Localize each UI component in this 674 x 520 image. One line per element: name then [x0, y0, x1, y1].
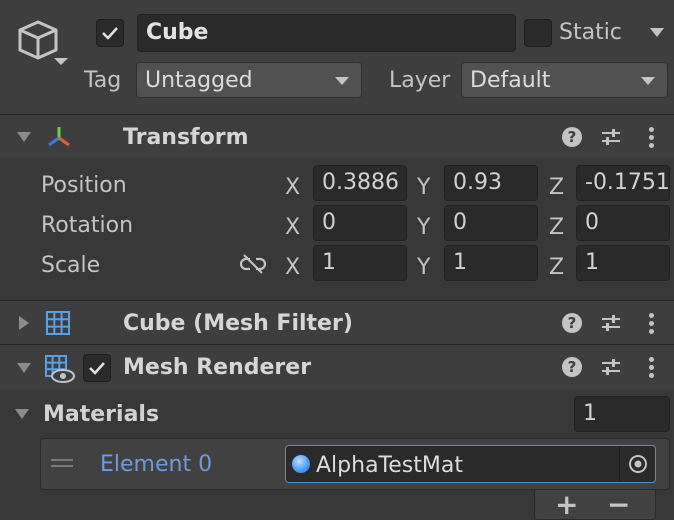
materials-foldout-icon[interactable]: [15, 409, 29, 419]
tag-label: Tag: [84, 68, 122, 93]
mesh-renderer-enabled-checkbox[interactable]: [83, 354, 111, 382]
presets-icon[interactable]: [600, 126, 622, 148]
mesh-filter-icon: [45, 310, 71, 336]
context-menu-icon[interactable]: [649, 357, 655, 379]
context-menu-icon[interactable]: [649, 313, 655, 335]
position-z-axis-label[interactable]: Z: [549, 175, 564, 200]
rotation-z-field[interactable]: 0: [576, 205, 670, 241]
rotation-x-axis-label[interactable]: X: [285, 215, 300, 240]
position-y-axis-label[interactable]: Y: [417, 175, 430, 200]
gameobject-cube-icon[interactable]: [14, 18, 74, 70]
scale-y-axis-label[interactable]: Y: [417, 255, 430, 280]
layer-dropdown[interactable]: Default: [461, 62, 668, 98]
mesh-renderer-header[interactable]: Mesh Renderer ?: [0, 344, 674, 390]
material-sphere-icon: [292, 455, 310, 473]
help-icon[interactable]: ?: [562, 357, 582, 377]
rotation-y-field[interactable]: 0: [444, 205, 538, 241]
mesh-filter-header[interactable]: Cube (Mesh Filter) ?: [0, 300, 674, 344]
mesh-filter-title: Cube (Mesh Filter): [123, 311, 353, 336]
position-z-field[interactable]: -0.1751: [576, 165, 670, 201]
materials-list: Element 0 AlphaTestMat: [40, 438, 670, 490]
scale-label: Scale: [41, 253, 101, 278]
presets-icon[interactable]: [600, 312, 622, 334]
chevron-down-icon: [335, 77, 349, 85]
help-icon[interactable]: ?: [562, 127, 582, 147]
static-label: Static: [559, 20, 622, 45]
static-checkbox[interactable]: [524, 19, 552, 47]
object-header: Cube Static Tag Untagged Layer Default: [0, 0, 674, 114]
transform-title: Transform: [123, 125, 249, 150]
rotation-z-axis-label[interactable]: Z: [549, 215, 564, 240]
static-dropdown-arrow-icon[interactable]: [650, 28, 664, 37]
scale-y-field[interactable]: 1: [444, 245, 538, 281]
foldout-expanded-icon[interactable]: [17, 132, 31, 142]
material-object-field[interactable]: AlphaTestMat: [285, 445, 656, 483]
object-name-field[interactable]: Cube: [137, 14, 516, 52]
scale-z-field[interactable]: 1: [576, 245, 670, 281]
remove-element-button[interactable]: −: [607, 488, 630, 520]
list-footer: + −: [534, 488, 656, 520]
help-icon[interactable]: ?: [562, 313, 582, 333]
foldout-expanded-icon[interactable]: [17, 363, 31, 373]
active-checkbox[interactable]: [96, 19, 124, 47]
materials-count-field[interactable]: 1: [574, 396, 670, 432]
checkmark-icon: [102, 27, 118, 40]
rotation-x-field[interactable]: 0: [313, 205, 407, 241]
scale-x-field[interactable]: 1: [313, 245, 407, 281]
scale-x-axis-label[interactable]: X: [285, 255, 300, 280]
layer-value: Default: [470, 67, 551, 93]
position-x-axis-label[interactable]: X: [285, 175, 300, 200]
checkmark-icon: [89, 362, 105, 375]
transform-header[interactable]: Transform ?: [0, 114, 674, 158]
presets-icon[interactable]: [600, 356, 622, 378]
add-element-button[interactable]: +: [555, 488, 578, 520]
materials-section: Materials 1 Element 0 AlphaTestMat + −: [0, 390, 674, 520]
layer-label: Layer: [389, 68, 451, 93]
object-name-text: Cube: [146, 20, 209, 45]
rotation-y-axis-label[interactable]: Y: [417, 215, 430, 240]
chevron-down-icon: [641, 77, 655, 85]
mesh-renderer-title: Mesh Renderer: [123, 355, 312, 380]
constrain-proportions-icon[interactable]: [239, 253, 267, 275]
element-0-label: Element 0: [100, 452, 213, 477]
mesh-renderer-icon: [44, 354, 76, 384]
foldout-collapsed-icon[interactable]: [19, 316, 29, 330]
context-menu-icon[interactable]: [649, 127, 655, 149]
rotation-label: Rotation: [41, 213, 134, 238]
tag-dropdown[interactable]: Untagged: [136, 62, 362, 98]
materials-label[interactable]: Materials: [43, 404, 159, 426]
position-y-field[interactable]: 0.93: [444, 165, 538, 201]
transform-icon: [45, 124, 73, 150]
tag-value: Untagged: [145, 67, 253, 93]
drag-handle-icon[interactable]: [51, 459, 73, 469]
scale-z-axis-label[interactable]: Z: [549, 255, 564, 280]
transform-body: Position X 0.3886 Y 0.93 Z -0.1751 Rotat…: [0, 158, 674, 300]
position-x-field[interactable]: 0.3886: [313, 165, 407, 201]
material-name: AlphaTestMat: [316, 453, 463, 478]
object-picker-icon[interactable]: [619, 446, 655, 482]
position-label: Position: [41, 173, 127, 198]
